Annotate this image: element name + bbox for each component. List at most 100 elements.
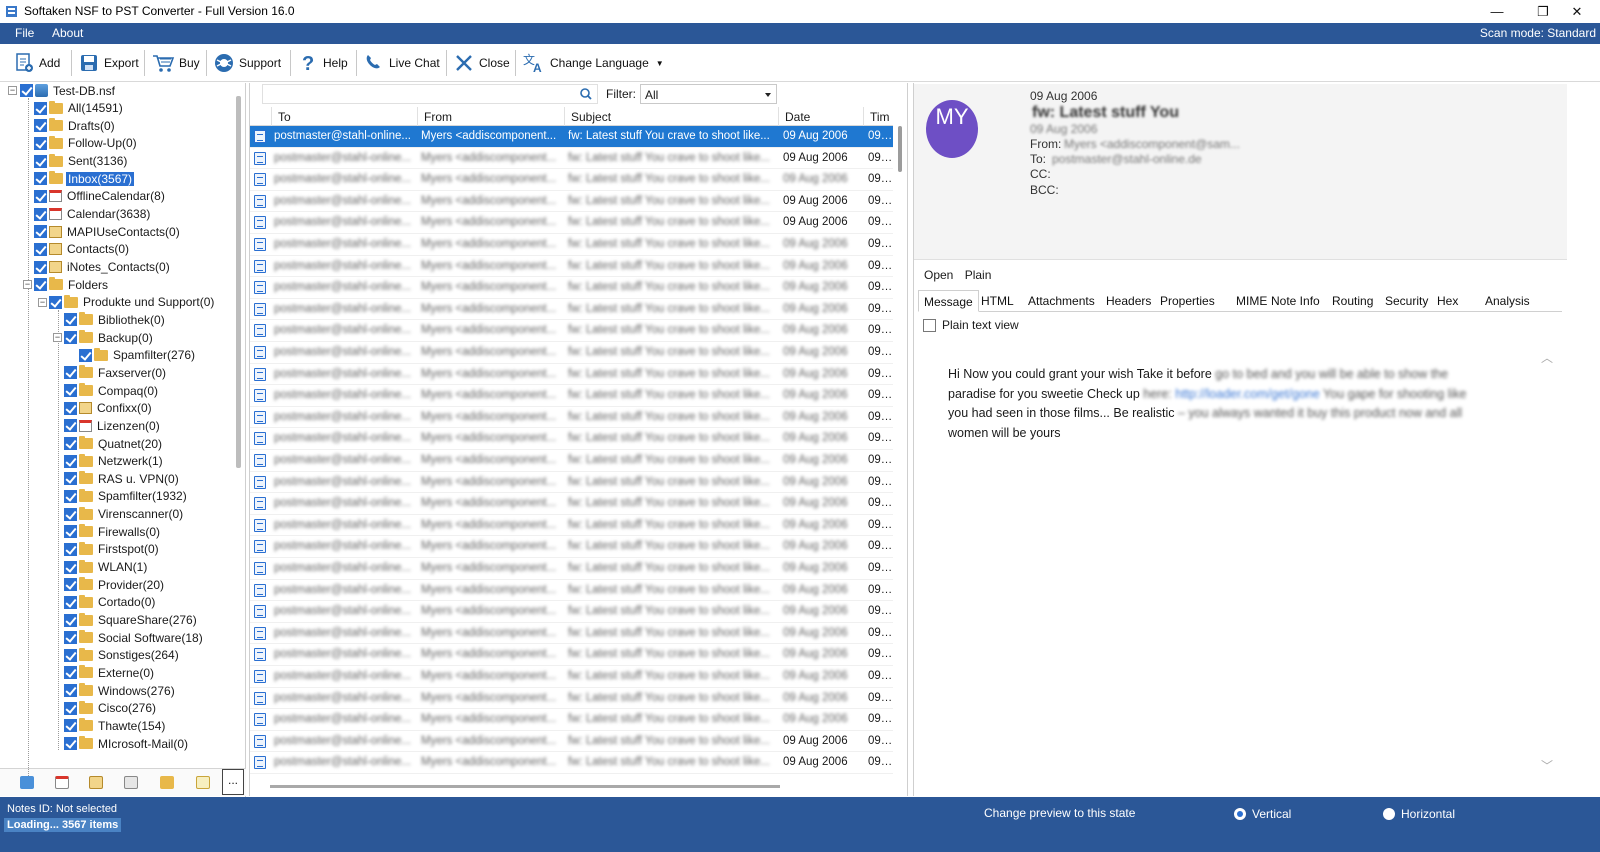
tab-message[interactable]: Message (918, 290, 979, 312)
tab-security[interactable]: Security (1380, 290, 1433, 312)
checkbox[interactable] (34, 278, 47, 292)
table-row[interactable]: postmaster@stahl-online... Myers <addisco… (250, 623, 893, 645)
checkbox[interactable] (64, 737, 77, 751)
table-row[interactable]: postmaster@stahl-online... Myers <addisco… (250, 256, 893, 278)
checkbox[interactable] (64, 419, 77, 433)
table-row[interactable]: postmaster@stahl-online... Myers <addisco… (250, 731, 893, 753)
expand-toggle-icon[interactable]: − (8, 86, 17, 95)
checkbox[interactable] (64, 401, 77, 415)
plain-text-checkbox[interactable] (923, 318, 936, 332)
filter-select[interactable]: All (640, 84, 777, 104)
table-row[interactable]: postmaster@stahl-online... Myers <addisco… (250, 558, 893, 580)
tree-item[interactable]: Quatnet(20) (64, 435, 164, 452)
tab-properties[interactable]: Properties (1155, 290, 1220, 312)
checkbox[interactable] (49, 295, 62, 309)
export-button[interactable]: Export (74, 50, 143, 76)
tree-item[interactable]: Confixx(0) (64, 400, 154, 417)
vertical-radio[interactable] (1234, 808, 1246, 820)
checkbox[interactable] (64, 489, 77, 503)
tree-item[interactable]: Lizenzen(0) (64, 417, 162, 434)
table-row[interactable]: postmaster@stahl-online... Myers <addisco… (250, 126, 893, 148)
tree-item[interactable]: Windows(276) (64, 682, 177, 699)
contacts-view-icon[interactable] (89, 776, 103, 789)
menu-file[interactable]: File (15, 26, 34, 40)
tree-item[interactable]: Spamfilter(276) (79, 347, 197, 364)
table-row[interactable]: postmaster@stahl-online... Myers <addisco… (250, 688, 893, 710)
tree-item[interactable]: Faxserver(0) (64, 364, 168, 381)
search-input[interactable] (262, 84, 598, 104)
checkbox[interactable] (64, 366, 77, 380)
table-row[interactable]: postmaster@stahl-online... Myers <addisco… (250, 299, 893, 321)
checkbox[interactable] (34, 136, 47, 150)
tree-item[interactable]: Compaq(0) (64, 382, 160, 399)
tree-item-produkte[interactable]: Produkte und Support(0) (49, 294, 216, 311)
checkbox[interactable] (64, 313, 77, 327)
table-row[interactable]: postmaster@stahl-online... Myers <addisco… (250, 320, 893, 342)
checkbox[interactable] (64, 560, 77, 574)
table-row[interactable]: postmaster@stahl-online... Myers <addisco… (250, 601, 893, 623)
plain-button[interactable]: Plain (965, 268, 992, 282)
table-row[interactable]: postmaster@stahl-online... Myers <addisco… (250, 428, 893, 450)
chevron-down-icon[interactable]: ﹀ (1541, 757, 1553, 774)
checkbox[interactable] (64, 384, 77, 398)
list-hscroll-thumb[interactable] (270, 785, 780, 788)
support-button[interactable]: Support (209, 50, 285, 76)
tree-item[interactable]: Follow-Up(0) (34, 135, 139, 152)
buy-button[interactable]: Buy (147, 50, 204, 76)
tree-item[interactable]: MIcrosoft-Mail(0) (64, 735, 190, 752)
checkbox[interactable] (20, 84, 33, 97)
close-button[interactable]: Close (449, 50, 514, 76)
tab-attachments[interactable]: Attachments (1023, 290, 1100, 312)
table-row[interactable]: postmaster@stahl-online... Myers <addisco… (250, 277, 893, 299)
tree-item[interactable]: SquareShare(276) (64, 612, 199, 629)
column-to[interactable]: To (272, 107, 418, 126)
table-row[interactable]: postmaster@stahl-online... Myers <addisco… (250, 234, 893, 256)
table-row[interactable]: postmaster@stahl-online... Myers <addisco… (250, 364, 893, 386)
mail-view-icon[interactable] (20, 776, 34, 789)
table-row[interactable]: postmaster@stahl-online... Myers <addisco… (250, 580, 893, 602)
plain-text-view-toggle[interactable]: Plain text view (923, 318, 1019, 332)
list-horizontal-scrollbar[interactable] (262, 780, 782, 790)
checkbox[interactable] (64, 613, 77, 627)
checkbox[interactable] (34, 119, 47, 133)
checkbox[interactable] (64, 331, 77, 345)
add-button[interactable]: Add (9, 50, 64, 76)
tree-item[interactable]: Folders (34, 276, 110, 293)
table-row[interactable]: postmaster@stahl-online... Myers <addisco… (250, 515, 893, 537)
table-row[interactable]: postmaster@stahl-online... Myers <addisco… (250, 644, 893, 666)
tree-item[interactable]: Contacts(0) (34, 241, 131, 258)
tab-routing[interactable]: Routing (1327, 290, 1378, 312)
checkbox[interactable] (64, 578, 77, 592)
tree-item[interactable]: Firewalls(0) (64, 523, 162, 540)
checkbox[interactable] (64, 648, 77, 662)
table-row[interactable]: postmaster@stahl-online... Myers <addisco… (250, 169, 893, 191)
tree-item[interactable]: Calendar(3638) (34, 206, 152, 223)
tasks-view-icon[interactable] (124, 776, 138, 789)
checkbox[interactable] (34, 242, 47, 256)
tree-item[interactable]: OfflineCalendar(8) (34, 188, 167, 205)
table-row[interactable]: postmaster@stahl-online... Myers <addisco… (250, 407, 893, 429)
more-views-button[interactable]: ... (222, 769, 244, 795)
tab-analysis[interactable]: Analysis (1480, 290, 1535, 312)
checkbox[interactable] (64, 454, 77, 468)
tree-item[interactable]: Sonstiges(264) (64, 647, 181, 664)
tree-item[interactable]: Drafts(0) (34, 117, 117, 134)
change-language-button[interactable]: 文A Change Language ▼ (518, 50, 668, 76)
tab-headers[interactable]: Headers (1101, 290, 1156, 312)
tree-item[interactable]: Virenscanner(0) (64, 506, 185, 523)
folder-view-icon[interactable] (160, 776, 174, 789)
tree-item[interactable]: iNotes_Contacts(0) (34, 259, 172, 276)
menu-about[interactable]: About (52, 26, 83, 40)
checkbox[interactable] (64, 525, 77, 539)
tree-scrollbar[interactable] (233, 96, 245, 766)
list-vertical-scrollbar[interactable] (895, 126, 905, 776)
checkbox[interactable] (34, 189, 47, 203)
checkbox[interactable] (64, 507, 77, 521)
tree-item[interactable]: Spamfilter(1932) (64, 488, 189, 505)
checkbox[interactable] (64, 542, 77, 556)
table-row[interactable]: postmaster@stahl-online... Myers <addisco… (250, 536, 893, 558)
checkbox[interactable] (34, 225, 47, 239)
table-row[interactable]: postmaster@stahl-online... Myers <addisco… (250, 752, 893, 774)
horizontal-radio[interactable] (1383, 808, 1395, 820)
checkbox[interactable] (64, 631, 77, 645)
